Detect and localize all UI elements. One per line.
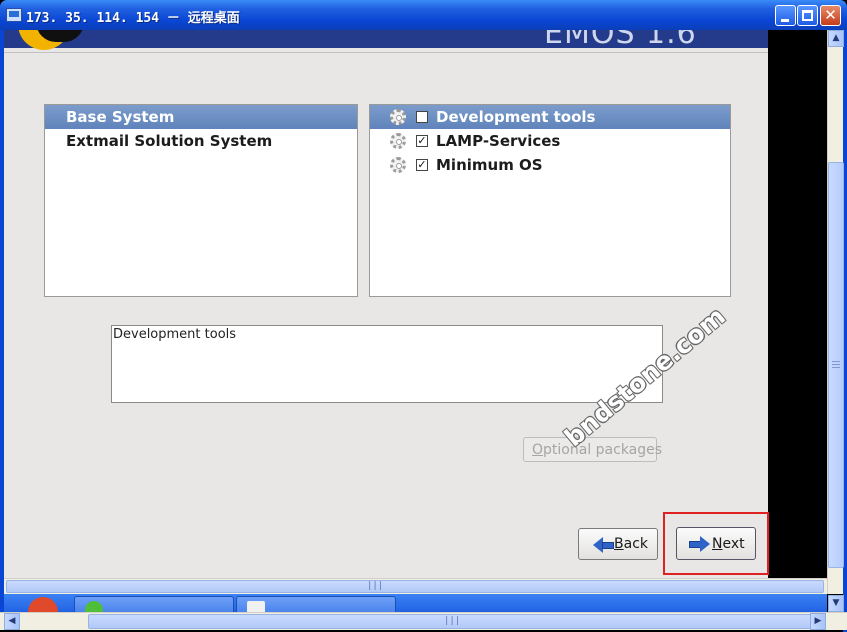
horizontal-scrollbar[interactable]: ◀ ||| ▶ — [0, 612, 847, 630]
remote-screen[interactable]: EMOS 1.6 Base System Extmail Solution Sy… — [4, 30, 827, 578]
installer-window: EMOS 1.6 Base System Extmail Solution Sy… — [4, 30, 769, 578]
category-list[interactable]: Base System Extmail Solution System — [44, 104, 358, 297]
chevron-down-icon: ▼ — [832, 598, 840, 608]
group-item-development-tools[interactable]: Development tools — [370, 105, 730, 129]
horizontal-scroll-thumb[interactable]: ||| — [88, 614, 813, 629]
back-label: Back — [614, 536, 648, 552]
gear-icon — [390, 157, 406, 173]
category-label: Base System — [66, 108, 175, 126]
scroll-grip-icon: ||| — [367, 581, 384, 591]
group-checkbox[interactable]: ✓ — [416, 135, 428, 147]
group-item-lamp-services[interactable]: ✓ LAMP-Services — [370, 129, 730, 153]
chevron-up-icon: ▲ — [832, 33, 840, 43]
close-button[interactable]: ✕ — [820, 5, 841, 26]
vertical-scrollbar[interactable]: ▲ ▼ — [827, 30, 844, 612]
optional-packages-label: Optional packages — [532, 441, 663, 458]
inner-horizontal-scrollbar[interactable]: ||| — [4, 578, 827, 594]
group-description-text: Development tools — [113, 327, 237, 342]
group-label: Development tools — [436, 108, 596, 126]
minimize-button[interactable] — [775, 5, 796, 26]
scroll-down-button[interactable]: ▼ — [828, 595, 844, 612]
back-button[interactable]: Back — [578, 528, 658, 560]
gear-icon — [390, 109, 406, 125]
arrow-left-icon — [593, 537, 615, 553]
scroll-right-button[interactable]: ▶ — [810, 613, 826, 630]
maximize-icon — [802, 10, 813, 21]
group-label: Minimum OS — [436, 156, 543, 174]
gear-icon — [390, 133, 406, 149]
scroll-left-button[interactable]: ◀ — [4, 613, 20, 630]
header-logo-text: EMOS 1.6 — [544, 30, 697, 51]
vertical-scroll-thumb[interactable] — [828, 162, 844, 568]
maximize-button[interactable] — [797, 5, 818, 26]
window-titlebar[interactable]: 173. 35. 114. 154 － 远程桌面 ✕ — [0, 0, 847, 30]
window-title: 173. 35. 114. 154 － 远程桌面 — [26, 11, 240, 26]
category-item-base-system[interactable]: Base System — [45, 105, 357, 129]
penguin-logo-icon — [18, 30, 84, 50]
installer-header: EMOS 1.6 — [4, 30, 768, 51]
chevron-left-icon: ◀ — [8, 616, 16, 626]
package-group-list[interactable]: Development tools ✓ LAMP-Services ✓ Mini… — [369, 104, 731, 297]
header-divider — [4, 52, 768, 53]
next-highlight-box — [663, 512, 769, 575]
group-checkbox[interactable]: ✓ — [416, 159, 428, 171]
group-item-minimum-os[interactable]: ✓ Minimum OS — [370, 153, 730, 177]
inner-horizontal-scroll-thumb[interactable]: ||| — [6, 580, 824, 593]
scroll-grip-icon: ||| — [444, 616, 461, 626]
remote-desktop-icon — [6, 8, 22, 22]
group-checkbox[interactable] — [416, 111, 428, 123]
category-label: Extmail Solution System — [66, 132, 273, 150]
category-item-extmail[interactable]: Extmail Solution System — [45, 129, 357, 153]
chevron-right-icon: ▶ — [814, 616, 822, 626]
close-icon: ✕ — [824, 6, 837, 24]
scroll-up-button[interactable]: ▲ — [828, 30, 844, 47]
remote-taskbar — [4, 594, 827, 614]
minimize-icon — [781, 19, 789, 22]
group-label: LAMP-Services — [436, 132, 561, 150]
group-description-box: Development tools — [111, 325, 663, 403]
